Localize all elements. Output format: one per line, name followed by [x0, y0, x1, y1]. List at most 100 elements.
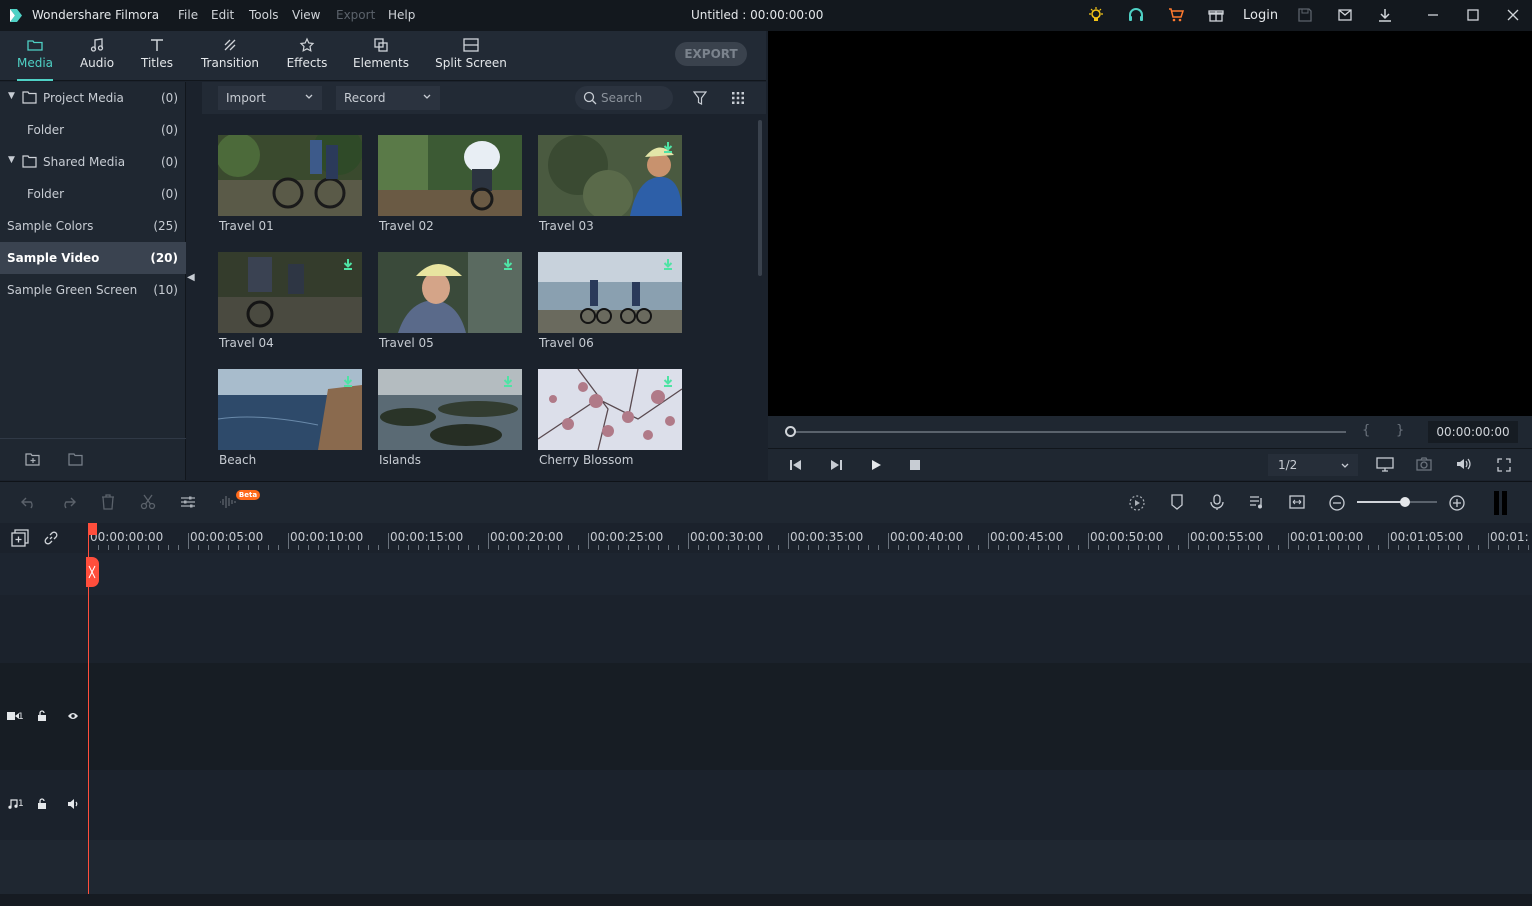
audio-waveform-icon[interactable] — [219, 494, 237, 510]
lightbulb-icon[interactable] — [1088, 7, 1104, 23]
new-folder-icon[interactable] — [25, 452, 41, 466]
lock-icon[interactable] — [37, 710, 47, 722]
fit-timeline-icon[interactable] — [1289, 495, 1305, 509]
play-icon[interactable] — [870, 459, 882, 471]
menu-help[interactable]: Help — [388, 8, 415, 22]
import-dropdown[interactable]: Import — [218, 86, 322, 110]
adjust-sliders-icon[interactable] — [180, 494, 196, 510]
minimize-icon[interactable] — [1425, 7, 1441, 23]
sidebar-item-project-media[interactable]: ▼ Project Media (0) — [0, 82, 186, 114]
volume-icon[interactable] — [1456, 457, 1472, 471]
link-icon[interactable] — [43, 530, 59, 546]
audio-track-1[interactable]: 1 — [0, 770, 1532, 840]
clip-thumbnail — [378, 135, 522, 216]
grid-view-icon[interactable] — [731, 91, 745, 105]
mail-icon[interactable] — [1337, 7, 1353, 23]
zoom-slider[interactable] — [1357, 497, 1437, 507]
redo-icon[interactable] — [60, 495, 76, 509]
login-link[interactable]: Login — [1243, 8, 1278, 23]
zoom-slider-knob[interactable] — [1400, 497, 1410, 507]
sidebar-item-sample-green-screen[interactable]: Sample Green Screen (10) — [0, 274, 186, 306]
undo-icon[interactable] — [21, 495, 37, 509]
timeline-empty-area[interactable] — [0, 595, 1532, 663]
download-icon[interactable] — [342, 258, 354, 270]
eye-visibility-icon[interactable] — [67, 711, 79, 721]
gift-icon[interactable] — [1208, 7, 1224, 23]
timeline-empty-track[interactable] — [0, 553, 1532, 595]
video-track-1[interactable]: 1 — [0, 663, 1532, 770]
pause-panel-icon[interactable] — [1493, 491, 1509, 515]
mark-in-button[interactable]: { — [1362, 423, 1370, 438]
ruler-tick — [428, 545, 429, 550]
zoom-out-icon[interactable] — [1328, 494, 1346, 512]
sidebar-item-shared-media[interactable]: ▼ Shared Media (0) — [0, 146, 186, 178]
save-icon[interactable] — [1297, 7, 1313, 23]
media-scrollbar[interactable] — [758, 120, 762, 276]
delete-trash-icon[interactable] — [101, 494, 115, 510]
export-button[interactable]: EXPORT — [675, 42, 747, 66]
folder-outline-icon[interactable] — [68, 452, 84, 466]
music-note-icon — [90, 38, 104, 52]
tab-transition[interactable]: Transition — [190, 31, 270, 81]
ruler-tick — [638, 545, 639, 550]
download-icon[interactable] — [662, 258, 674, 270]
add-track-icon[interactable] — [11, 529, 29, 547]
collapse-sidebar-arrow-icon[interactable]: ◀ — [187, 272, 199, 288]
snapshot-camera-icon[interactable] — [1416, 457, 1432, 471]
scissors-cut-icon[interactable] — [140, 494, 156, 510]
preview-progress-knob[interactable] — [785, 426, 796, 437]
menu-export[interactable]: Export — [336, 8, 375, 22]
mark-out-button[interactable]: } — [1396, 423, 1404, 438]
microphone-voiceover-icon[interactable] — [1210, 494, 1224, 510]
menu-edit[interactable]: Edit — [211, 8, 234, 22]
search-input[interactable]: Search — [575, 86, 673, 110]
lock-icon[interactable] — [37, 798, 47, 810]
download-icon[interactable] — [502, 258, 514, 270]
ruler-tick — [998, 545, 999, 550]
record-dropdown[interactable]: Record — [336, 86, 440, 110]
download-icon[interactable] — [502, 375, 514, 387]
tab-media[interactable]: Media — [5, 31, 65, 81]
preview-quality-dropdown[interactable]: 1/2 — [1268, 454, 1358, 476]
sidebar-item-folder[interactable]: Folder (0) — [0, 114, 186, 146]
download-icon[interactable] — [662, 375, 674, 387]
menu-file[interactable]: File — [178, 8, 198, 22]
sidebar-item-sample-colors[interactable]: Sample Colors (25) — [0, 210, 186, 242]
sidebar-item-folder[interactable]: Folder (0) — [0, 178, 186, 210]
maximize-icon[interactable] — [1465, 7, 1481, 23]
next-frame-icon[interactable] — [829, 459, 843, 471]
tab-audio[interactable]: Audio — [67, 31, 127, 81]
speaker-mute-toggle-icon[interactable] — [67, 799, 79, 809]
menu-tools[interactable]: Tools — [249, 8, 279, 22]
folder-icon — [22, 91, 37, 104]
caret-down-icon[interactable]: ▼ — [8, 91, 15, 101]
menu-view[interactable]: View — [292, 8, 320, 22]
timeline-bottom-area[interactable] — [0, 840, 1532, 894]
stop-icon[interactable] — [910, 460, 920, 470]
tab-effects[interactable]: Effects — [272, 31, 342, 81]
playhead-handle[interactable] — [86, 557, 99, 587]
playhead-marker[interactable] — [88, 523, 97, 535]
tab-split-screen[interactable]: Split Screen — [430, 31, 512, 81]
render-preview-icon[interactable] — [1128, 494, 1146, 512]
tab-titles[interactable]: Titles — [127, 31, 187, 81]
filter-icon[interactable] — [693, 90, 707, 106]
tab-elements[interactable]: Elements — [346, 31, 416, 81]
previous-frame-icon[interactable] — [789, 459, 803, 471]
cart-icon[interactable] — [1168, 7, 1184, 23]
close-icon[interactable] — [1505, 7, 1521, 23]
caret-down-icon[interactable]: ▼ — [8, 155, 15, 165]
zoom-in-icon[interactable] — [1448, 494, 1466, 512]
download-icon[interactable] — [662, 141, 674, 153]
timeline-ruler[interactable]: 00:00:00:00 00:00:05:00 00:00:10:00 00:00:1… — [0, 523, 1532, 553]
ruler-tick — [1498, 545, 1499, 550]
audio-mixer-icon[interactable] — [1249, 494, 1265, 510]
download-icon[interactable] — [1377, 7, 1393, 23]
marker-shield-icon[interactable] — [1170, 494, 1184, 510]
preview-progress-track[interactable] — [790, 431, 1346, 433]
display-settings-icon[interactable] — [1376, 457, 1394, 473]
download-icon[interactable] — [342, 375, 354, 387]
fullscreen-icon[interactable] — [1497, 458, 1511, 472]
sidebar-item-sample-video[interactable]: Sample Video (20) — [0, 242, 186, 274]
headset-support-icon[interactable] — [1128, 7, 1144, 23]
